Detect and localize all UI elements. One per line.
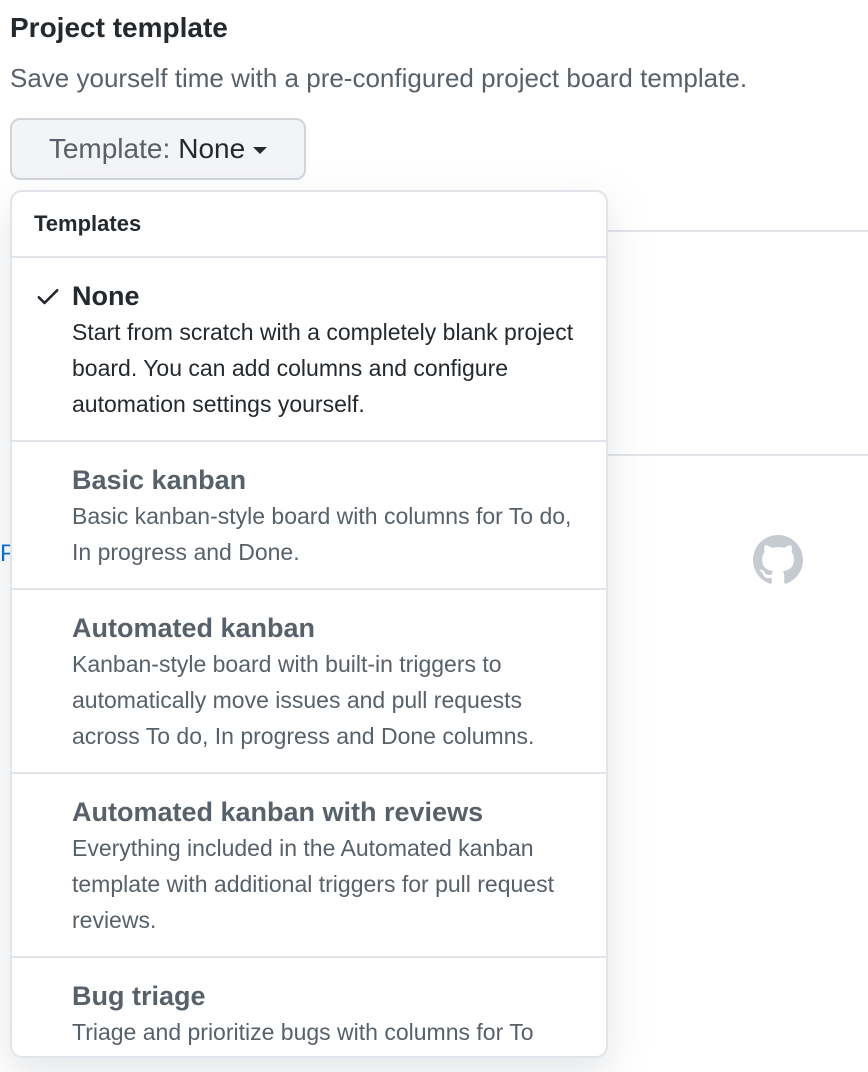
- section-description: Save yourself time with a pre-configured…: [10, 63, 748, 93]
- template-button-value: None: [178, 133, 246, 164]
- page: Project template Save yourself time with…: [0, 0, 868, 1072]
- template-option-bug-triage[interactable]: Bug triage Triage and prioritize bugs wi…: [12, 958, 606, 1056]
- option-description: Everything included in the Automated kan…: [72, 835, 554, 933]
- template-option-basic-kanban[interactable]: Basic kanban Basic kanban-style board wi…: [12, 442, 606, 590]
- option-title: Bug triage: [72, 981, 206, 1011]
- dropdown-header: Templates: [12, 192, 606, 258]
- template-button-prefix: Template:: [48, 133, 171, 164]
- template-option-automated-kanban-reviews[interactable]: Automated kanban with reviews Everything…: [12, 774, 606, 958]
- check-icon: [37, 289, 59, 305]
- background-divider: [608, 230, 868, 232]
- option-title: None: [72, 281, 140, 311]
- github-logo-icon: [753, 535, 803, 584]
- option-description: Start from scratch with a completely bla…: [72, 319, 574, 417]
- option-title: Basic kanban: [72, 465, 247, 495]
- template-option-automated-kanban[interactable]: Automated kanban Kanban-style board with…: [12, 590, 606, 774]
- option-description: Kanban-style board with built-in trigger…: [72, 651, 535, 749]
- option-description: Triage and prioritize bugs with columns …: [72, 1019, 534, 1045]
- option-description: Basic kanban-style board with columns fo…: [72, 503, 572, 565]
- background-divider: [608, 454, 868, 456]
- section-title: Project template: [10, 12, 228, 43]
- template-dropdown: Templates None Start from scratch with a…: [10, 190, 608, 1058]
- template-select-button[interactable]: Template: None: [10, 118, 306, 180]
- option-title: Automated kanban: [72, 613, 316, 643]
- option-title: Automated kanban with reviews: [72, 797, 484, 827]
- template-option-none[interactable]: None Start from scratch with a completel…: [12, 258, 606, 442]
- triangle-down-icon: [253, 147, 268, 154]
